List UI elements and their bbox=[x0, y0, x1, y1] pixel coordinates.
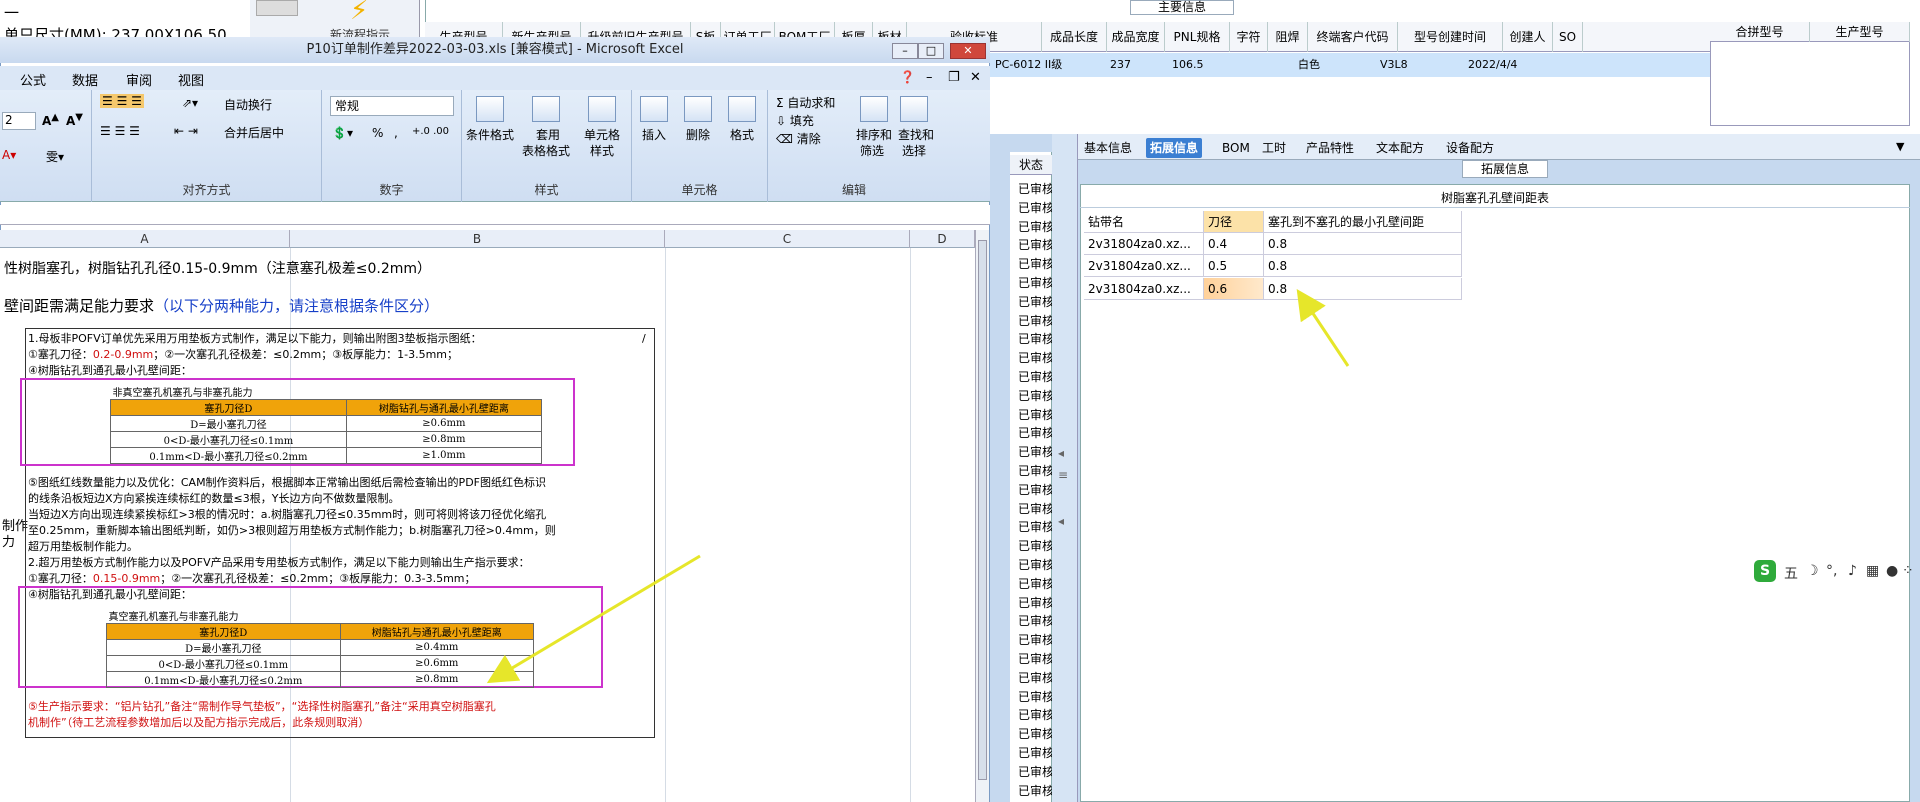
annotation-arrow-left bbox=[486, 554, 701, 684]
annotation-arrow-right bbox=[1296, 289, 1350, 367]
annotation-overlay bbox=[486, 289, 1350, 684]
